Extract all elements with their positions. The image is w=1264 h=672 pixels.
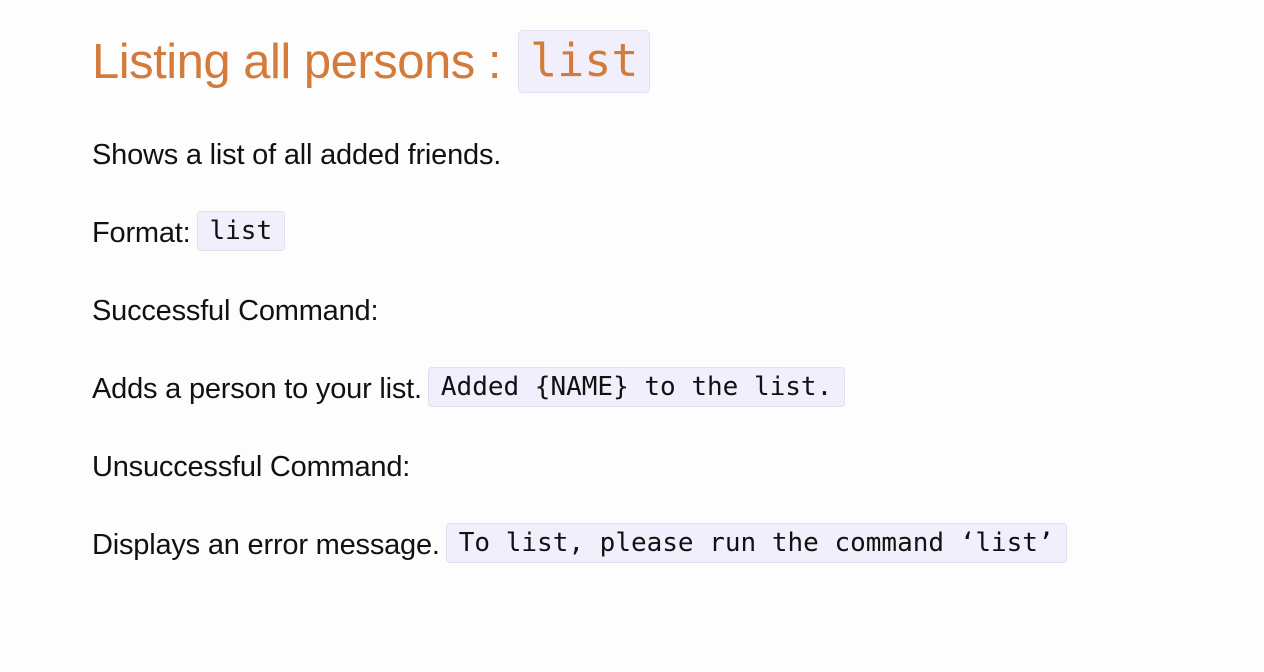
failure-label: Unsuccessful Command: [92,451,411,483]
heading-command-code: list [518,30,651,93]
failure-line: Displays an error message. To list, pleas… [92,523,1067,567]
format-line: Format: list [92,211,286,255]
failure-message-code: To list, please run the command ‘list’ [445,523,1067,563]
success-label: Successful Command: [92,295,379,327]
success-line: Adds a person to your list. Added {NAME} … [92,367,846,411]
command-description: Shows a list of all added friends. [92,139,502,171]
failure-description: Displays an error message. [92,529,440,561]
format-code: list [196,211,286,251]
heading-text: Listing all persons : [92,35,515,89]
success-description: Adds a person to your list. [92,373,422,405]
success-message-code: Added {NAME} to the list. [427,367,846,407]
format-label: Format: [92,217,191,249]
section-heading: Listing all persons : list [92,30,651,94]
